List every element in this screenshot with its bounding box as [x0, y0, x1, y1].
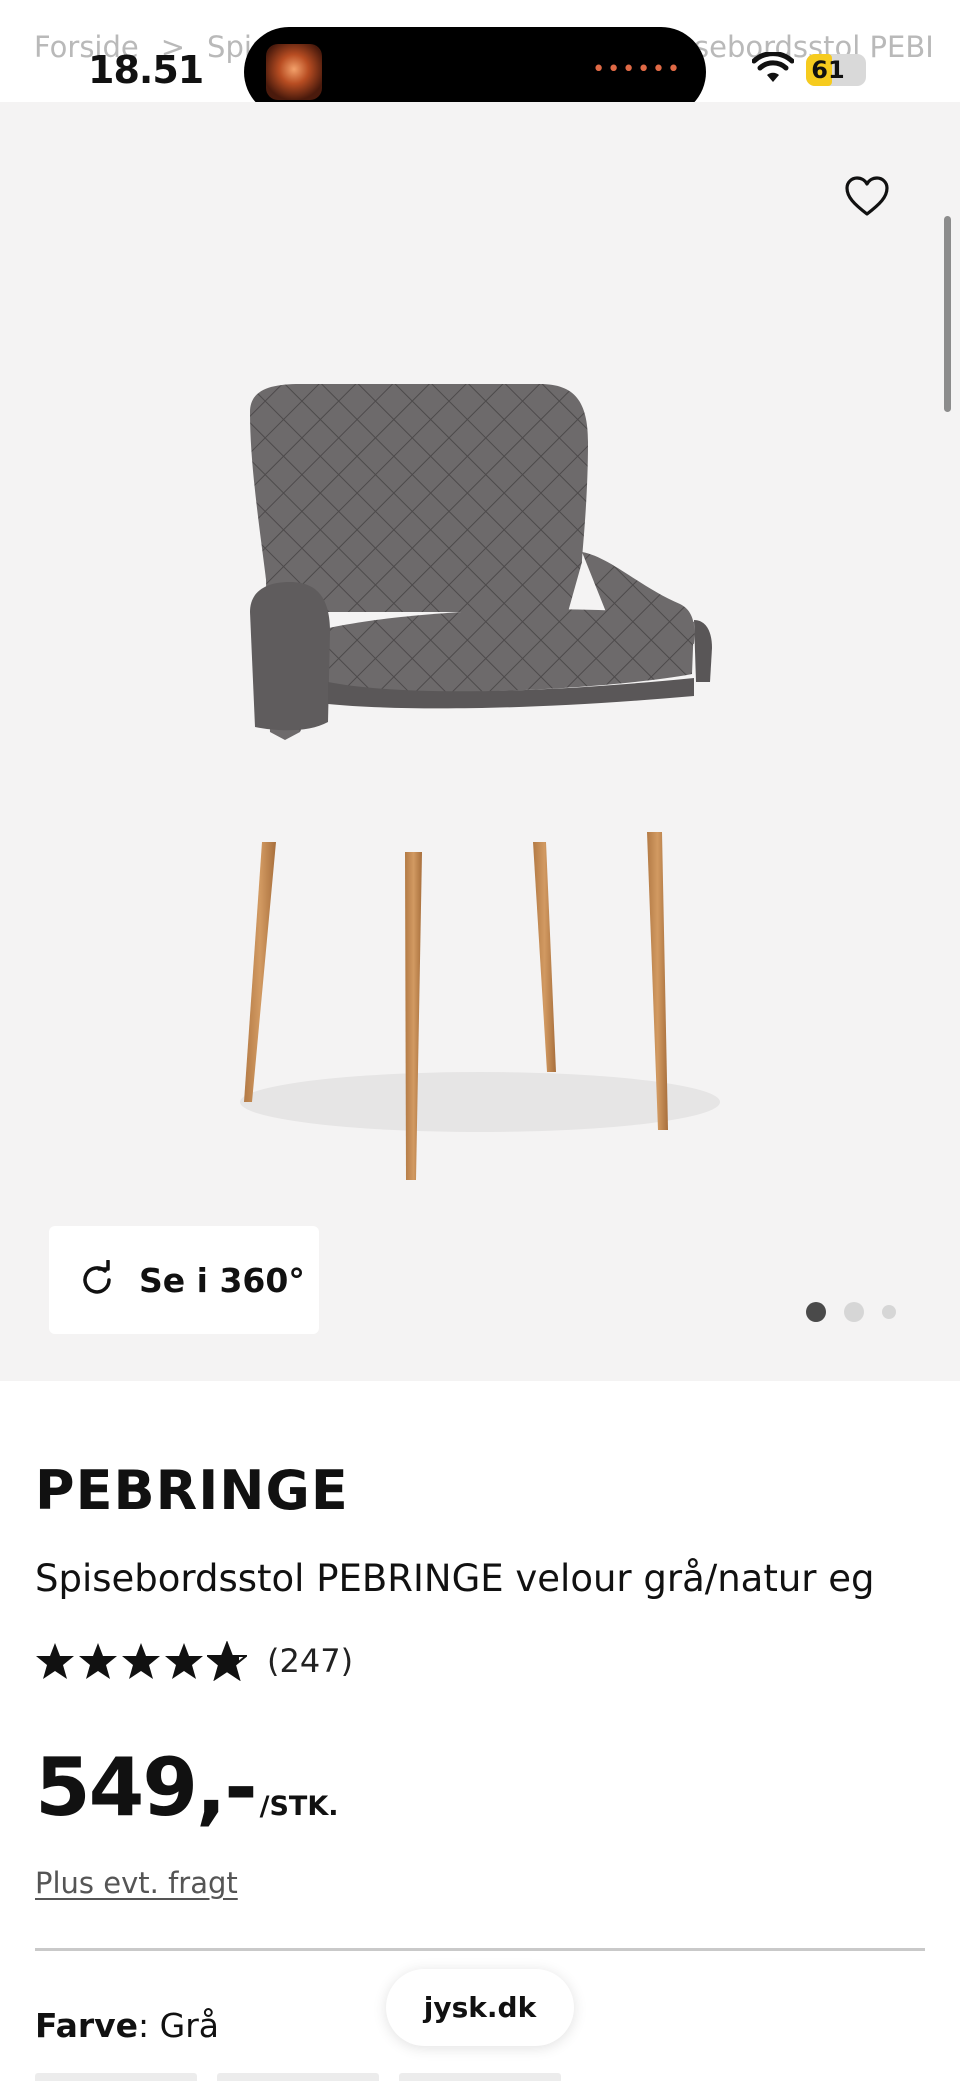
color-swatch[interactable] [35, 2073, 197, 2081]
color-label: Farve [35, 2006, 139, 2045]
color-swatch[interactable] [399, 2073, 561, 2081]
product-image[interactable] [210, 382, 750, 1182]
freight-link[interactable]: Plus evt. fragt [35, 1866, 238, 1900]
wifi-icon [752, 52, 794, 82]
browser-url-bar[interactable]: jysk.dk [386, 1969, 574, 2046]
star-rating [35, 1641, 247, 1681]
rotate-icon [83, 1260, 111, 1294]
view-360-button[interactable]: Se i 360° [49, 1226, 319, 1334]
color-value: Grå [159, 2006, 220, 2045]
divider [35, 1948, 925, 1951]
star-icon [79, 1643, 117, 1679]
product-gallery[interactable]: Se i 360° [0, 102, 960, 1381]
star-half-icon [207, 1641, 247, 1681]
heart-outline-icon[interactable] [844, 174, 890, 220]
product-title: Spisebordsstol PEBRINGE velour grå/natur… [35, 1557, 875, 1600]
star-icon [122, 1643, 160, 1679]
review-count[interactable]: (247) [267, 1642, 353, 1680]
star-icon [165, 1643, 203, 1679]
view-360-label: Se i 360° [139, 1260, 305, 1300]
pagination-dot[interactable] [844, 1302, 864, 1322]
star-icon [36, 1643, 74, 1679]
pagination-dot[interactable] [806, 1302, 826, 1322]
status-bar: Forside > Spis sebordsstol PEBI 18.51 ••… [0, 0, 960, 117]
scrollbar[interactable] [944, 216, 951, 412]
media-thumbnail [266, 44, 322, 100]
price-value: 549,- [35, 1741, 258, 1834]
battery-level: 61 [811, 56, 845, 84]
gallery-pagination [806, 1302, 896, 1322]
color-swatch[interactable] [217, 2073, 379, 2081]
audio-activity-icon: •••••• [592, 57, 682, 82]
product-price: 549,- /STK. [35, 1741, 339, 1834]
price-unit: /STK. [259, 1791, 339, 1822]
color-selector-label: Farve: Grå [35, 2006, 220, 2045]
battery-indicator: 61 [806, 54, 866, 86]
product-rating[interactable]: (247) [35, 1641, 353, 1681]
color-swatches [35, 2073, 561, 2081]
status-time: 18.51 [88, 48, 204, 92]
product-brand: PEBRINGE [35, 1459, 349, 1522]
pagination-dot[interactable] [882, 1305, 896, 1319]
